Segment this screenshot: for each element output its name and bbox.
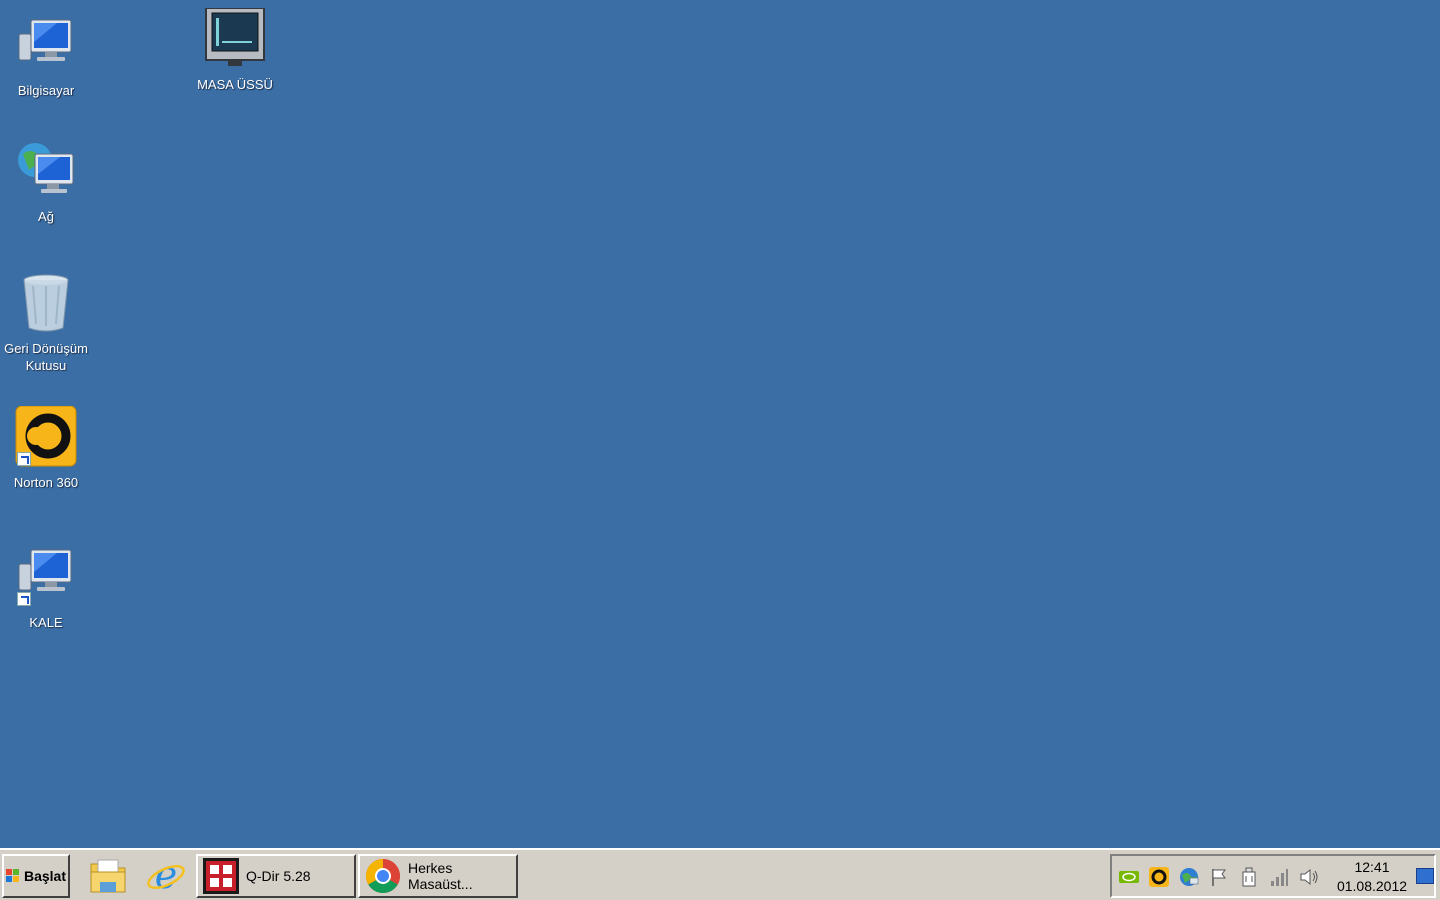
desktop-icon-recycle-bin[interactable]: Geri Dönüşüm Kutusu — [0, 272, 92, 374]
taskbar-button-qdir[interactable]: Q-Dir 5.28 — [196, 854, 356, 898]
computer-icon — [15, 14, 77, 76]
taskbar: Başlat e Q-Dir 5.28 Herkes Masaüst... 12… — [0, 848, 1440, 900]
desktop-icon-label: KALE — [29, 615, 63, 630]
start-button[interactable]: Başlat — [2, 854, 70, 898]
nvidia-icon[interactable] — [1118, 866, 1140, 888]
desktop-icon-kale[interactable]: KALE — [0, 546, 92, 631]
shortcut-arrow-icon — [17, 592, 31, 606]
system-tray: 12:41 01.08.2012 — [1110, 854, 1436, 898]
taskbar-button-label: Q-Dir 5.28 — [246, 868, 311, 884]
desktop[interactable]: Bilgisayar MASA ÜSSÜ Ağ Geri Dönüşüm Kut… — [0, 0, 1440, 848]
desktop-icon-label: Norton 360 — [13, 475, 79, 490]
action-center-flag-icon[interactable] — [1208, 866, 1230, 888]
quick-launch-explorer[interactable] — [86, 854, 130, 898]
desktop-icon-network[interactable]: Ağ — [0, 140, 92, 225]
windows-logo-icon — [5, 869, 20, 883]
safely-remove-hardware-icon[interactable] — [1238, 866, 1260, 888]
computer-shortcut-icon — [15, 546, 77, 608]
desktop-icon-norton-360[interactable]: Norton 360 — [0, 405, 92, 491]
qdir-icon — [203, 858, 239, 894]
quick-launch-internet-explorer[interactable]: e — [144, 854, 188, 898]
norton-icon — [15, 405, 77, 468]
norton-tray-icon[interactable] — [1148, 866, 1170, 888]
internet-explorer-icon: e — [147, 855, 185, 897]
recycle-bin-icon — [15, 272, 77, 334]
taskbar-button-label: Herkes Masaüst... — [408, 860, 473, 892]
svg-text:e: e — [155, 855, 178, 897]
signal-strength-icon[interactable] — [1268, 866, 1290, 888]
desktop-icon-masa-ussu[interactable]: MASA ÜSSÜ — [189, 7, 281, 93]
desktop-icon-computer[interactable]: Bilgisayar — [0, 14, 92, 99]
shortcut-arrow-icon — [17, 452, 31, 466]
clock-time: 12:41 — [1354, 859, 1390, 875]
network-globe-icon[interactable] — [1178, 866, 1200, 888]
network-icon — [15, 140, 77, 202]
monitor-icon — [204, 7, 266, 70]
desktop-icon-label: MASA ÜSSÜ — [197, 77, 273, 92]
desktop-icon-label: Bilgisayar — [17, 83, 75, 98]
clock-date: 01.08.2012 — [1336, 878, 1408, 894]
clock[interactable]: 12:41 01.08.2012 — [1330, 858, 1414, 896]
volume-icon[interactable] — [1298, 866, 1320, 888]
chrome-icon — [366, 859, 400, 893]
show-desktop-button[interactable] — [1416, 868, 1434, 884]
windows-explorer-icon — [90, 859, 126, 893]
desktop-icon-label: Ağ — [38, 209, 54, 224]
desktop-icon-label: Geri Dönüşüm Kutusu — [4, 341, 88, 373]
taskbar-button-chrome[interactable]: Herkes Masaüst... — [358, 854, 518, 898]
start-label: Başlat — [23, 868, 67, 884]
